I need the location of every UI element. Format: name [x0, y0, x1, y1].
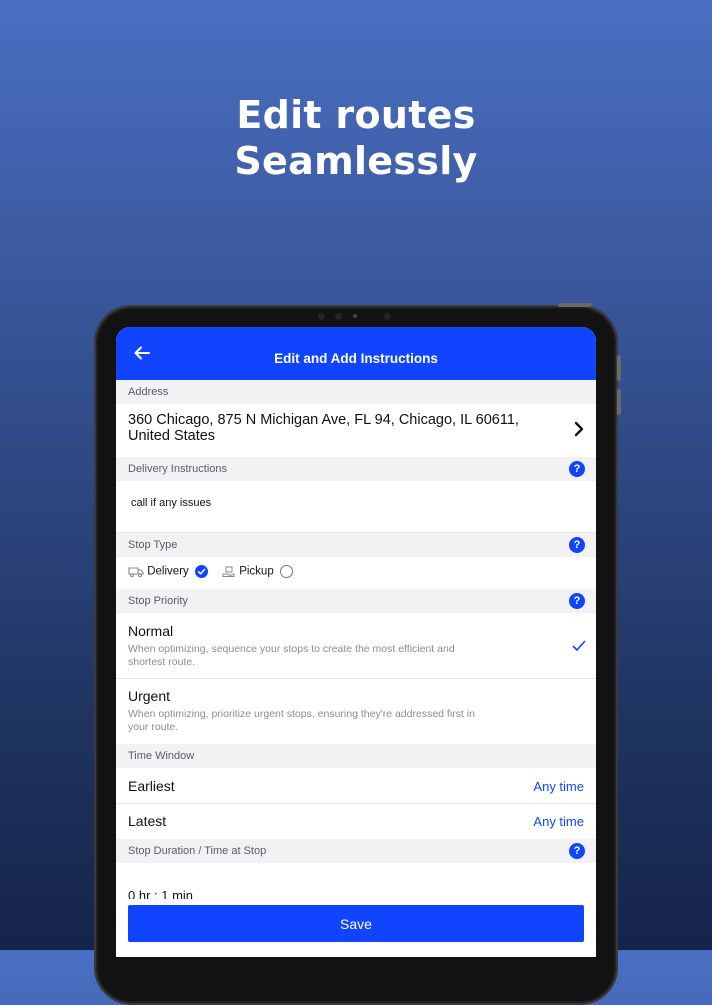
priority-normal-desc-line-1: When optimizing, sequence your stops to …	[128, 643, 455, 655]
box-hand-icon	[222, 566, 235, 577]
delivery-instructions-header-label: Delivery Instructions	[128, 463, 228, 475]
stop-type-delivery-option[interactable]: Delivery	[128, 565, 208, 578]
app-screen: Edit and Add Instructions Address 360 Ch…	[116, 327, 596, 957]
priority-urgent-desc-line-1: When optimizing, prioritize urgent stops…	[128, 708, 475, 720]
volume-up-button	[617, 355, 621, 381]
radio-unchecked-icon	[279, 565, 293, 578]
truck-icon	[128, 566, 144, 577]
priority-urgent-title: Urgent	[128, 688, 171, 704]
earliest-value[interactable]: Any time	[533, 779, 584, 794]
delivery-instructions-section-header: Delivery Instructions ?	[116, 457, 596, 481]
priority-urgent-desc-line-2: your route.	[128, 721, 179, 733]
sensor-icon	[335, 313, 342, 320]
time-window-earliest-row[interactable]: Earliest Any time	[116, 768, 596, 803]
power-button	[558, 303, 592, 307]
sensor-icon	[318, 313, 325, 320]
address-row[interactable]: 360 Chicago, 875 N Michigan Ave, FL 94, …	[116, 404, 596, 457]
stop-priority-header-label: Stop Priority	[128, 595, 188, 607]
checked-circle-icon	[194, 565, 208, 578]
headline-line-1: Edit routes	[236, 93, 476, 137]
stop-type-section-header: Stop Type ?	[116, 533, 596, 557]
app-bar: Edit and Add Instructions	[116, 327, 596, 380]
page-title: Edit and Add Instructions	[274, 351, 438, 366]
time-window-latest-row[interactable]: Latest Any time	[116, 804, 596, 839]
camera-icon	[353, 314, 357, 318]
headline: Edit routes Seamlessly	[0, 92, 712, 184]
delivery-instructions-field[interactable]: call if any issues	[116, 481, 596, 533]
priority-option-urgent[interactable]: Urgent When optimizing, prioritize urgen…	[116, 679, 596, 744]
latest-value[interactable]: Any time	[533, 814, 584, 829]
time-window-section-header: Time Window	[116, 744, 596, 768]
sensor-icon	[384, 313, 391, 320]
latest-label: Latest	[128, 813, 167, 829]
stop-priority-section-header: Stop Priority ?	[116, 589, 596, 613]
stop-duration-header-label: Stop Duration / Time at Stop	[128, 845, 267, 857]
delivery-label: Delivery	[147, 565, 189, 578]
address-line-2: United States	[128, 428, 216, 444]
stop-type-row: Delivery Pickup	[116, 557, 596, 589]
tablet-frame: Edit and Add Instructions Address 360 Ch…	[94, 303, 621, 1005]
address-text: 360 Chicago, 875 N Michigan Ave, FL 94, …	[128, 412, 538, 444]
stop-duration-row[interactable]: 0 hr : 1 min	[116, 863, 596, 903]
chevron-right-icon	[574, 421, 584, 437]
save-bar: Save	[116, 899, 596, 957]
priority-option-normal[interactable]: Normal When optimizing, sequence your st…	[116, 613, 596, 679]
help-icon[interactable]: ?	[569, 843, 585, 859]
help-icon[interactable]: ?	[569, 537, 585, 553]
stop-duration-section-header: Stop Duration / Time at Stop ?	[116, 839, 596, 863]
earliest-label: Earliest	[128, 778, 175, 794]
headline-line-2: Seamlessly	[234, 139, 478, 183]
stop-type-pickup-option[interactable]: Pickup	[222, 565, 293, 578]
time-window-header-label: Time Window	[128, 750, 195, 762]
delivery-instructions-text: call if any issues	[131, 497, 212, 509]
address-line-1: 360 Chicago, 875 N Michigan Ave, FL 94, …	[128, 412, 519, 428]
address-section-header: Address	[116, 380, 596, 404]
help-icon[interactable]: ?	[569, 461, 585, 477]
help-icon[interactable]: ?	[569, 593, 585, 609]
pickup-label: Pickup	[239, 565, 274, 578]
checkmark-icon	[572, 640, 586, 651]
priority-normal-desc-line-2: shortest route.	[128, 656, 196, 668]
volume-down-button	[617, 389, 621, 415]
stop-type-header-label: Stop Type	[128, 539, 178, 551]
address-header-label: Address	[128, 386, 169, 398]
priority-normal-description: When optimizing, sequence your stops to …	[128, 643, 508, 669]
priority-urgent-description: When optimizing, prioritize urgent stops…	[128, 708, 508, 734]
save-button[interactable]: Save	[128, 905, 584, 942]
priority-normal-title: Normal	[128, 623, 174, 639]
